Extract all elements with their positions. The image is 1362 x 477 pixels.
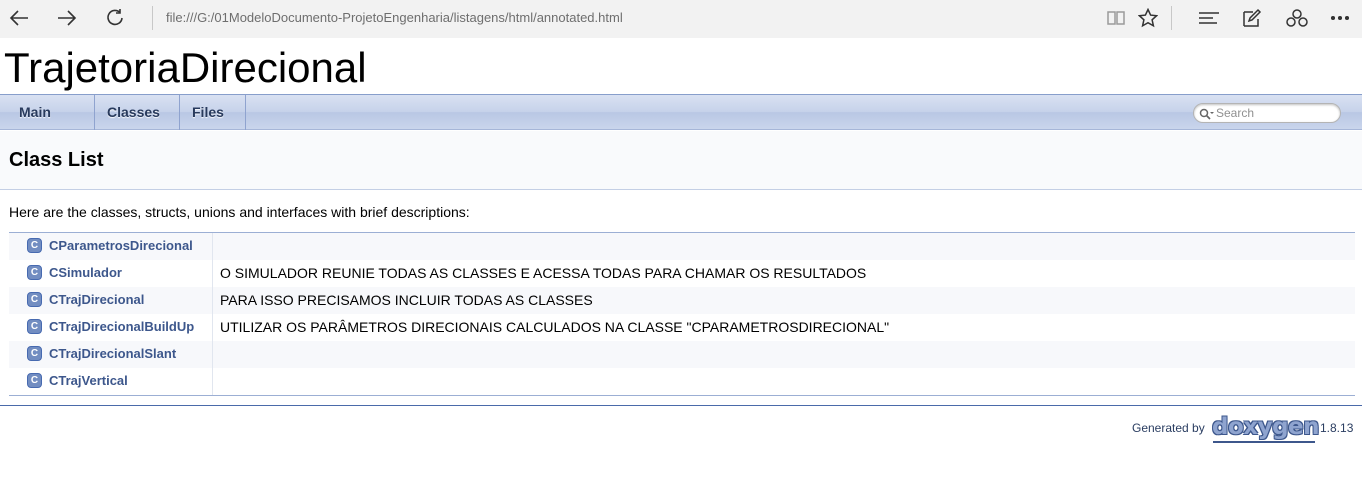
table-row: C CTrajDirecional PARA ISSO PRECISAMOS I…	[9, 287, 1355, 314]
class-badge-icon: C	[27, 238, 42, 253]
reading-view-icon[interactable]	[1101, 4, 1131, 32]
doxygen-logo[interactable]: doxygen	[1212, 413, 1320, 441]
menu-classes[interactable]: Classes	[95, 95, 180, 151]
menu-main-page[interactable]: Main Page	[0, 95, 95, 155]
class-description	[213, 341, 1355, 368]
nav-menubar: Main Page Classes Files	[0, 94, 1362, 155]
class-badge-icon: C	[27, 346, 42, 361]
table-row: C CSimulador O SIMULADOR REUNIE TODAS AS…	[9, 260, 1355, 287]
back-arrow-icon[interactable]	[4, 4, 34, 32]
share-icon[interactable]	[1282, 4, 1312, 32]
table-row: C CTrajDirecionalSlant	[9, 341, 1355, 368]
address-separator	[152, 6, 153, 30]
search-box[interactable]	[1193, 103, 1341, 123]
page-header: Class List	[0, 131, 1362, 190]
web-note-icon[interactable]	[1237, 4, 1267, 32]
class-link[interactable]: CTrajDirecional	[49, 292, 144, 307]
table-row: C CTrajDirecionalBuildUp UTILIZAR OS PAR…	[9, 314, 1355, 341]
refresh-icon[interactable]	[100, 4, 130, 32]
project-title: TrajetoriaDirecional	[4, 44, 367, 91]
hub-icon[interactable]	[1194, 4, 1224, 32]
table-row: C CParametrosDirecional	[9, 233, 1355, 260]
menu-files-label: Files	[192, 104, 224, 120]
class-link[interactable]: CTrajDirecionalBuildUp	[49, 319, 194, 334]
generated-by-text: Generated by	[1132, 421, 1205, 435]
class-description: UTILIZAR OS PARÂMETROS DIRECIONAIS CALCU…	[220, 319, 890, 335]
class-description: PARA ISSO PRECISAMOS INCLUIR TODAS AS CL…	[220, 292, 593, 308]
class-badge-icon: C	[27, 373, 42, 388]
class-name-cell: C CParametrosDirecional	[9, 233, 213, 260]
class-description	[213, 233, 1355, 260]
class-name-cell: C CTrajDirecional	[9, 287, 213, 314]
more-icon[interactable]	[1325, 4, 1355, 32]
class-badge-icon: C	[27, 265, 42, 280]
doxygen-logo-underline	[1213, 441, 1315, 443]
class-link[interactable]: CTrajVertical	[49, 373, 128, 388]
class-list-table: C CParametrosDirecional C CSimulador O S…	[9, 232, 1355, 396]
address-bar[interactable]: file:///G:/01ModeloDocumento-ProjetoEnge…	[166, 9, 1066, 27]
toolbar-separator	[1171, 6, 1172, 30]
class-name-cell: C CTrajDirecionalSlant	[9, 341, 213, 368]
class-badge-icon: C	[27, 292, 42, 307]
menu-files[interactable]: Files	[180, 95, 246, 151]
search-icon[interactable]	[1199, 107, 1214, 125]
class-link[interactable]: CParametrosDirecional	[49, 238, 193, 253]
class-description: O SIMULADOR REUNIE TODAS AS CLASSES E AC…	[220, 265, 867, 281]
table-row: C CTrajVertical	[9, 368, 1355, 395]
class-link[interactable]: CSimulador	[49, 265, 122, 280]
class-name-cell: C CSimulador	[9, 260, 213, 287]
class-name-cell: C CTrajDirecionalBuildUp	[9, 314, 213, 341]
menu-classes-label: Classes	[107, 104, 160, 120]
intro-text: Here are the classes, structs, unions an…	[9, 204, 470, 220]
class-description	[213, 368, 1355, 395]
class-name-cell: C CTrajVertical	[9, 368, 213, 395]
browser-toolbar: file:///G:/01ModeloDocumento-ProjetoEnge…	[0, 0, 1362, 38]
favorite-star-icon[interactable]	[1133, 4, 1163, 32]
page-title: Class List	[9, 149, 104, 171]
forward-arrow-icon[interactable]	[52, 4, 82, 32]
footer-divider	[0, 405, 1362, 406]
class-link[interactable]: CTrajDirecionalSlant	[49, 346, 176, 361]
class-badge-icon: C	[27, 319, 42, 334]
doxygen-version: 1.8.13	[1320, 421, 1354, 435]
search-input[interactable]	[1216, 105, 1334, 121]
